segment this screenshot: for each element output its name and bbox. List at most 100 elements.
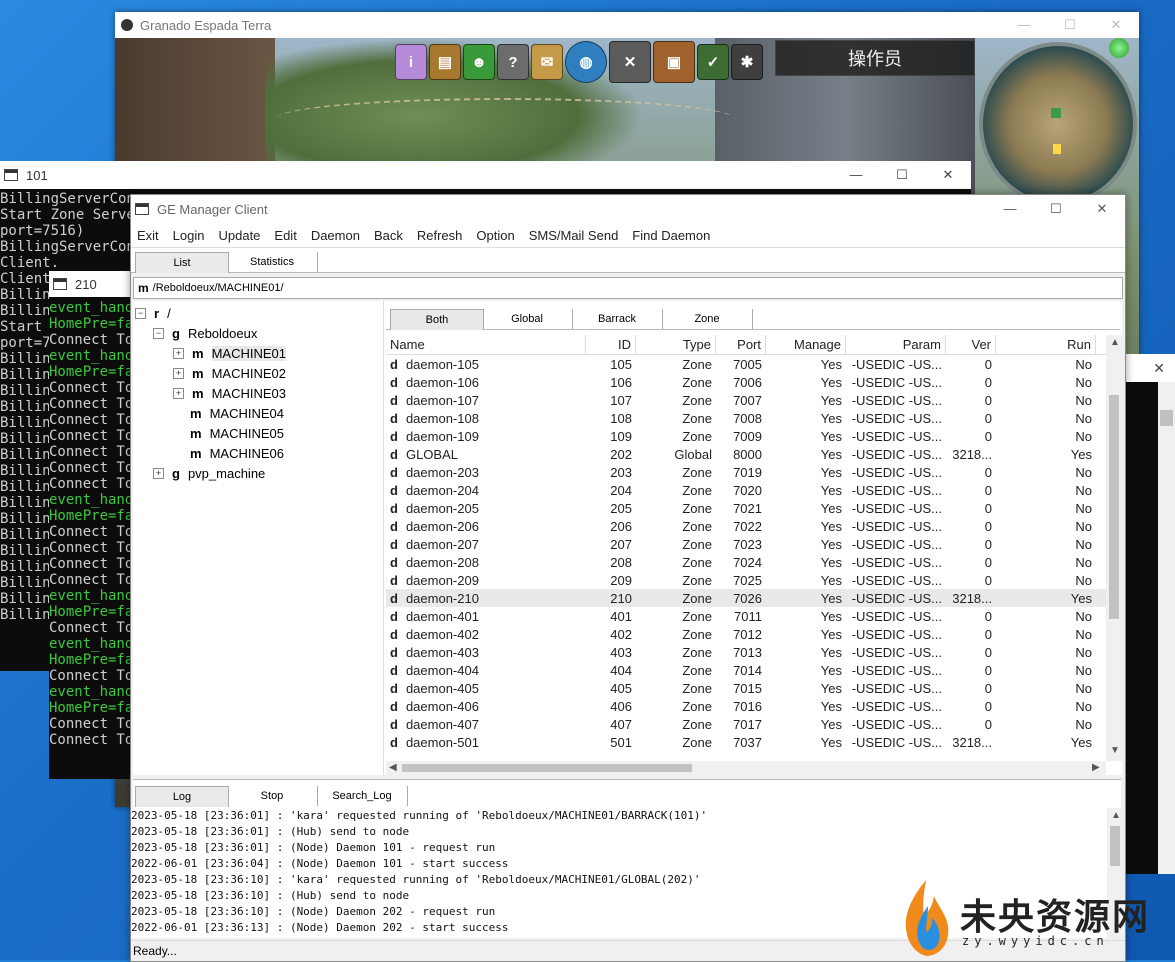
table-row[interactable]: d daemon-106 106 Zone 7006 Yes -USEDIC -US... 0… [386,373,1106,391]
tab-global[interactable]: Global [482,309,573,329]
status-orb-icon[interactable] [1109,38,1129,58]
column-header-name[interactable]: Name [386,335,586,354]
settings-icon[interactable]: ✱ [731,44,763,80]
tree-group-pvp-machine[interactable]: + g pvp_machine [153,463,265,483]
column-header-run[interactable]: Run [996,335,1096,354]
scroll-thumb[interactable] [1160,410,1173,426]
scroll-right-icon[interactable]: ▶ [1092,762,1100,773]
menu-refresh[interactable]: Refresh [417,228,463,243]
table-row[interactable]: d daemon-203 203 Zone 7019 Yes -USEDIC -US... 0… [386,463,1106,481]
maximize-icon[interactable]: ☐ [1047,17,1093,33]
table-row[interactable]: d daemon-402 402 Zone 7012 Yes -USEDIC -US... 0… [386,625,1106,643]
menu-back[interactable]: Back [374,228,403,243]
table-vertical-scrollbar[interactable]: ▲ ▼ [1106,335,1122,761]
path-bar[interactable]: m /Reboldoeux/MACHINE01/ [133,277,1123,299]
table-row[interactable]: d daemon-207 207 Zone 7023 Yes -USEDIC -US... 0… [386,535,1106,553]
close-icon[interactable]: ✕ [925,167,971,183]
tree-machine-06[interactable]: m MACHINE06 [190,443,284,463]
table-row[interactable]: d GLOBAL 202 Global 8000 Yes -USEDIC -US... 321… [386,445,1106,463]
tab-statistics[interactable]: Statistics [227,252,318,272]
expand-icon[interactable]: + [173,387,184,399]
scroll-thumb[interactable] [402,764,692,772]
column-header-param[interactable]: Param [846,335,946,354]
menu-exit[interactable]: Exit [137,228,159,243]
menu-daemon[interactable]: Daemon [311,228,360,243]
collapse-icon[interactable]: − [153,327,164,339]
tree-machine-04[interactable]: m MACHINE04 [190,403,284,423]
table-row[interactable]: d daemon-105 105 Zone 7005 Yes -USEDIC -US... 0… [386,355,1106,373]
table-row[interactable]: d daemon-206 206 Zone 7022 Yes -USEDIC -US... 0… [386,517,1106,535]
scroll-left-icon[interactable]: ◀ [389,762,397,773]
tree-machine-03[interactable]: + m MACHINE03 [173,383,286,403]
manager-titlebar[interactable]: GE Manager Client — ☐ ✕ [131,195,1125,223]
tab-stop[interactable]: Stop [227,786,318,806]
minimap[interactable] [979,42,1137,206]
tab-both[interactable]: Both [390,309,484,330]
menu-find-daemon[interactable]: Find Daemon [632,228,710,243]
manager-window[interactable]: GE Manager Client — ☐ ✕ Exit Login Updat… [130,194,1126,962]
table-row[interactable]: d daemon-204 204 Zone 7020 Yes -USEDIC -US... 0… [386,481,1106,499]
table-row[interactable]: d daemon-109 109 Zone 7009 Yes -USEDIC -US... 0… [386,427,1106,445]
close-icon[interactable]: ✕ [1153,360,1165,377]
tab-search-log[interactable]: Search_Log [317,786,408,806]
tree-machine-02[interactable]: + m MACHINE02 [173,363,286,383]
tree-machine-05[interactable]: m MACHINE05 [190,423,284,443]
table-row[interactable]: d daemon-108 108 Zone 7008 Yes -USEDIC -US... 0… [386,409,1106,427]
close-icon[interactable]: ✕ [1093,17,1139,33]
expand-icon[interactable]: + [153,467,164,479]
console-window-right[interactable]: ✕ [1124,354,1175,874]
table-row[interactable]: d daemon-403 403 Zone 7013 Yes -USEDIC -US... 0… [386,643,1106,661]
table-horizontal-scrollbar[interactable]: ◀ ▶ [386,761,1106,775]
tree-machine-01[interactable]: + m MACHINE01 [173,343,286,363]
menu-option[interactable]: Option [476,228,514,243]
scroll-down-icon[interactable]: ▼ [1110,745,1120,756]
scroll-thumb[interactable] [1110,826,1120,866]
minimize-icon[interactable]: — [1001,17,1047,33]
info-icon[interactable]: i [395,44,427,80]
minimize-icon[interactable]: — [987,201,1033,217]
help-icon[interactable]: ? [497,44,529,80]
tree-group-reboldoeux[interactable]: − g Reboldoeux [153,323,257,343]
scroll-up-icon[interactable]: ▲ [1110,337,1120,348]
column-header-id[interactable]: ID [586,335,636,354]
menu-login[interactable]: Login [173,228,205,243]
expand-icon[interactable]: + [173,367,184,379]
menu-sms-mail-send[interactable]: SMS/Mail Send [529,228,619,243]
column-header-type[interactable]: Type [636,335,716,354]
menu-edit[interactable]: Edit [274,228,296,243]
scroll-up-icon[interactable]: ▲ [1111,810,1121,821]
maximize-icon[interactable]: ☐ [1033,201,1079,217]
table-row[interactable]: d daemon-205 205 Zone 7021 Yes -USEDIC -US... 0… [386,499,1106,517]
swords-icon[interactable]: ✕ [609,41,651,83]
game-titlebar[interactable]: Granado Espada Terra — ☐ ✕ [115,12,1139,38]
console-right-scrollbar[interactable] [1158,382,1175,874]
table-row[interactable]: d daemon-107 107 Zone 7007 Yes -USEDIC -US... 0… [386,391,1106,409]
table-row[interactable]: d daemon-210 210 Zone 7026 Yes -USEDIC -US... 3… [386,589,1106,607]
console-right-titlebar[interactable]: ✕ [1124,354,1175,382]
tab-barrack[interactable]: Barrack [572,309,663,329]
table-row[interactable]: d daemon-209 209 Zone 7025 Yes -USEDIC -US... 0… [386,571,1106,589]
mail-icon[interactable]: ✉ [531,44,563,80]
tree-root[interactable]: − r / [135,303,171,323]
tab-log[interactable]: Log [135,786,229,807]
menu-update[interactable]: Update [218,228,260,243]
close-icon[interactable]: ✕ [1079,201,1125,217]
collapse-icon[interactable]: − [135,307,146,319]
party-icon[interactable]: ☻ [463,44,495,80]
column-header-ver[interactable]: Ver [946,335,996,354]
column-header-manage[interactable]: Manage [766,335,846,354]
backpack-icon[interactable]: ▣ [653,41,695,83]
minimize-icon[interactable]: — [833,167,879,183]
column-header-port[interactable]: Port [716,335,766,354]
table-row[interactable]: d daemon-404 404 Zone 7014 Yes -USEDIC -US... 0… [386,661,1106,679]
globe-icon[interactable]: ◍ [565,41,607,83]
expand-icon[interactable]: + [173,347,184,359]
tab-zone[interactable]: Zone [662,309,753,329]
shield-icon[interactable]: ✓ [697,44,729,80]
tab-list[interactable]: List [135,252,229,273]
maximize-icon[interactable]: ☐ [879,167,925,183]
scroll-thumb[interactable] [1109,395,1119,619]
table-row[interactable]: d daemon-401 401 Zone 7011 Yes -USEDIC -US... 0… [386,607,1106,625]
chest-icon[interactable]: ▤ [429,44,461,80]
table-row[interactable]: d daemon-208 208 Zone 7024 Yes -USEDIC -US... 0… [386,553,1106,571]
